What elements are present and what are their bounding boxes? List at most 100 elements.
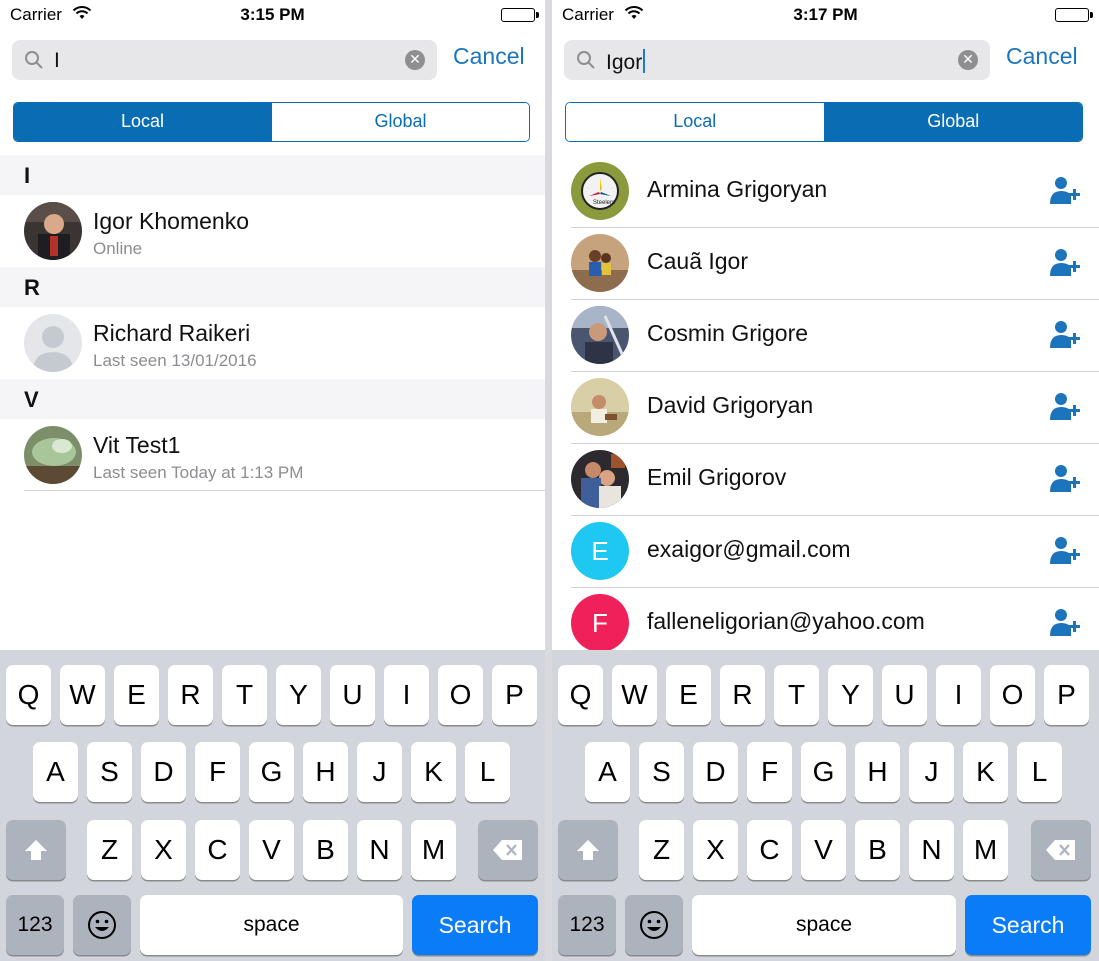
key[interactable]: U <box>882 665 927 725</box>
emoji-key[interactable] <box>625 895 683 955</box>
key[interactable]: F <box>747 742 792 802</box>
key[interactable]: V <box>801 820 846 880</box>
key[interactable]: D <box>693 742 738 802</box>
backspace-key[interactable] <box>478 820 538 880</box>
contact-name: Igor Khomenko <box>93 208 249 234</box>
key[interactable]: F <box>195 742 240 802</box>
key[interactable]: U <box>330 665 375 725</box>
key[interactable]: G <box>801 742 846 802</box>
key[interactable]: T <box>222 665 267 725</box>
key[interactable]: M <box>411 820 456 880</box>
add-contact-icon[interactable] <box>1049 246 1081 283</box>
shift-key[interactable] <box>558 820 618 880</box>
numbers-key[interactable]: 123 <box>558 895 616 955</box>
emoji-key[interactable] <box>73 895 131 955</box>
key[interactable]: M <box>963 820 1008 880</box>
key[interactable]: T <box>774 665 819 725</box>
key[interactable]: A <box>33 742 78 802</box>
segment-local[interactable]: Local <box>14 103 271 141</box>
key[interactable]: H <box>855 742 900 802</box>
add-contact-icon[interactable] <box>1049 318 1081 355</box>
key[interactable]: R <box>720 665 765 725</box>
key[interactable]: J <box>909 742 954 802</box>
key[interactable]: Z <box>87 820 132 880</box>
key[interactable]: O <box>990 665 1035 725</box>
segment-global[interactable]: Global <box>823 103 1082 141</box>
add-contact-icon[interactable] <box>1049 534 1081 571</box>
result-name: falleneligorian@yahoo.com <box>647 608 925 634</box>
key[interactable]: P <box>1044 665 1089 725</box>
numbers-key[interactable]: 123 <box>6 895 64 955</box>
key[interactable]: J <box>357 742 402 802</box>
key[interactable]: Z <box>639 820 684 880</box>
search-result-row[interactable]: Emil Grigorov <box>552 444 1099 516</box>
key[interactable]: K <box>411 742 456 802</box>
key[interactable]: B <box>303 820 348 880</box>
section-header: R <box>0 267 545 307</box>
avatar: F <box>571 594 629 652</box>
key[interactable]: W <box>60 665 105 725</box>
add-contact-icon[interactable] <box>1049 606 1081 643</box>
key[interactable]: C <box>195 820 240 880</box>
search-key[interactable]: Search <box>412 895 538 955</box>
backspace-key[interactable] <box>1031 820 1091 880</box>
key[interactable]: X <box>141 820 186 880</box>
space-key[interactable]: space <box>140 895 403 955</box>
emoji-icon <box>88 911 116 939</box>
search-input[interactable]: I ✕ <box>12 40 437 80</box>
search-result-row[interactable]: Cauã Igor <box>552 228 1099 300</box>
key[interactable]: G <box>249 742 294 802</box>
search-result-row[interactable]: E exaigor@gmail.com <box>552 516 1099 588</box>
segment-local[interactable]: Local <box>566 103 824 141</box>
key[interactable]: E <box>666 665 711 725</box>
key[interactable]: H <box>303 742 348 802</box>
space-key[interactable]: space <box>692 895 956 955</box>
search-result-row[interactable]: Steelers Armina Grigoryan <box>552 156 1099 228</box>
key[interactable]: I <box>936 665 981 725</box>
key[interactable]: O <box>438 665 483 725</box>
key[interactable]: K <box>963 742 1008 802</box>
search-result-row[interactable]: Cosmin Grigore <box>552 300 1099 372</box>
add-contact-icon[interactable] <box>1049 462 1081 499</box>
key[interactable]: L <box>1017 742 1062 802</box>
avatar <box>24 426 82 484</box>
key[interactable]: Q <box>558 665 603 725</box>
key[interactable]: Y <box>828 665 873 725</box>
key[interactable]: Q <box>6 665 51 725</box>
add-contact-icon[interactable] <box>1049 390 1081 427</box>
search-result-row[interactable]: David Grigoryan <box>552 372 1099 444</box>
key[interactable]: P <box>492 665 537 725</box>
cancel-button[interactable]: Cancel <box>1006 43 1078 70</box>
contact-row[interactable]: Igor Khomenko Online <box>0 195 545 267</box>
key[interactable]: Y <box>276 665 321 725</box>
shift-key[interactable] <box>6 820 66 880</box>
status-bar: Carrier 3:15 PM <box>0 0 545 30</box>
contact-status: Last seen Today at 1:13 PM <box>93 463 304 482</box>
key[interactable]: S <box>639 742 684 802</box>
key[interactable]: B <box>855 820 900 880</box>
status-bar: Carrier 3:17 PM <box>552 0 1099 30</box>
segment-global[interactable]: Global <box>271 103 529 141</box>
search-key[interactable]: Search <box>965 895 1091 955</box>
key[interactable]: W <box>612 665 657 725</box>
contact-row[interactable]: Richard Raikeri Last seen 13/01/2016 <box>0 307 545 379</box>
key[interactable]: A <box>585 742 630 802</box>
key[interactable]: R <box>168 665 213 725</box>
contact-name: Vit Test1 <box>93 432 181 458</box>
search-input[interactable]: Igor ✕ <box>564 40 990 80</box>
key[interactable]: N <box>909 820 954 880</box>
key[interactable]: L <box>465 742 510 802</box>
key[interactable]: E <box>114 665 159 725</box>
key[interactable]: V <box>249 820 294 880</box>
clear-icon[interactable]: ✕ <box>405 50 425 70</box>
key[interactable]: X <box>693 820 738 880</box>
key[interactable]: D <box>141 742 186 802</box>
key[interactable]: S <box>87 742 132 802</box>
clear-icon[interactable]: ✕ <box>958 50 978 70</box>
key[interactable]: C <box>747 820 792 880</box>
key[interactable]: I <box>384 665 429 725</box>
add-contact-icon[interactable] <box>1049 174 1081 211</box>
key[interactable]: N <box>357 820 402 880</box>
cancel-button[interactable]: Cancel <box>453 43 525 70</box>
contact-row[interactable]: Vit Test1 Last seen Today at 1:13 PM <box>0 419 545 491</box>
